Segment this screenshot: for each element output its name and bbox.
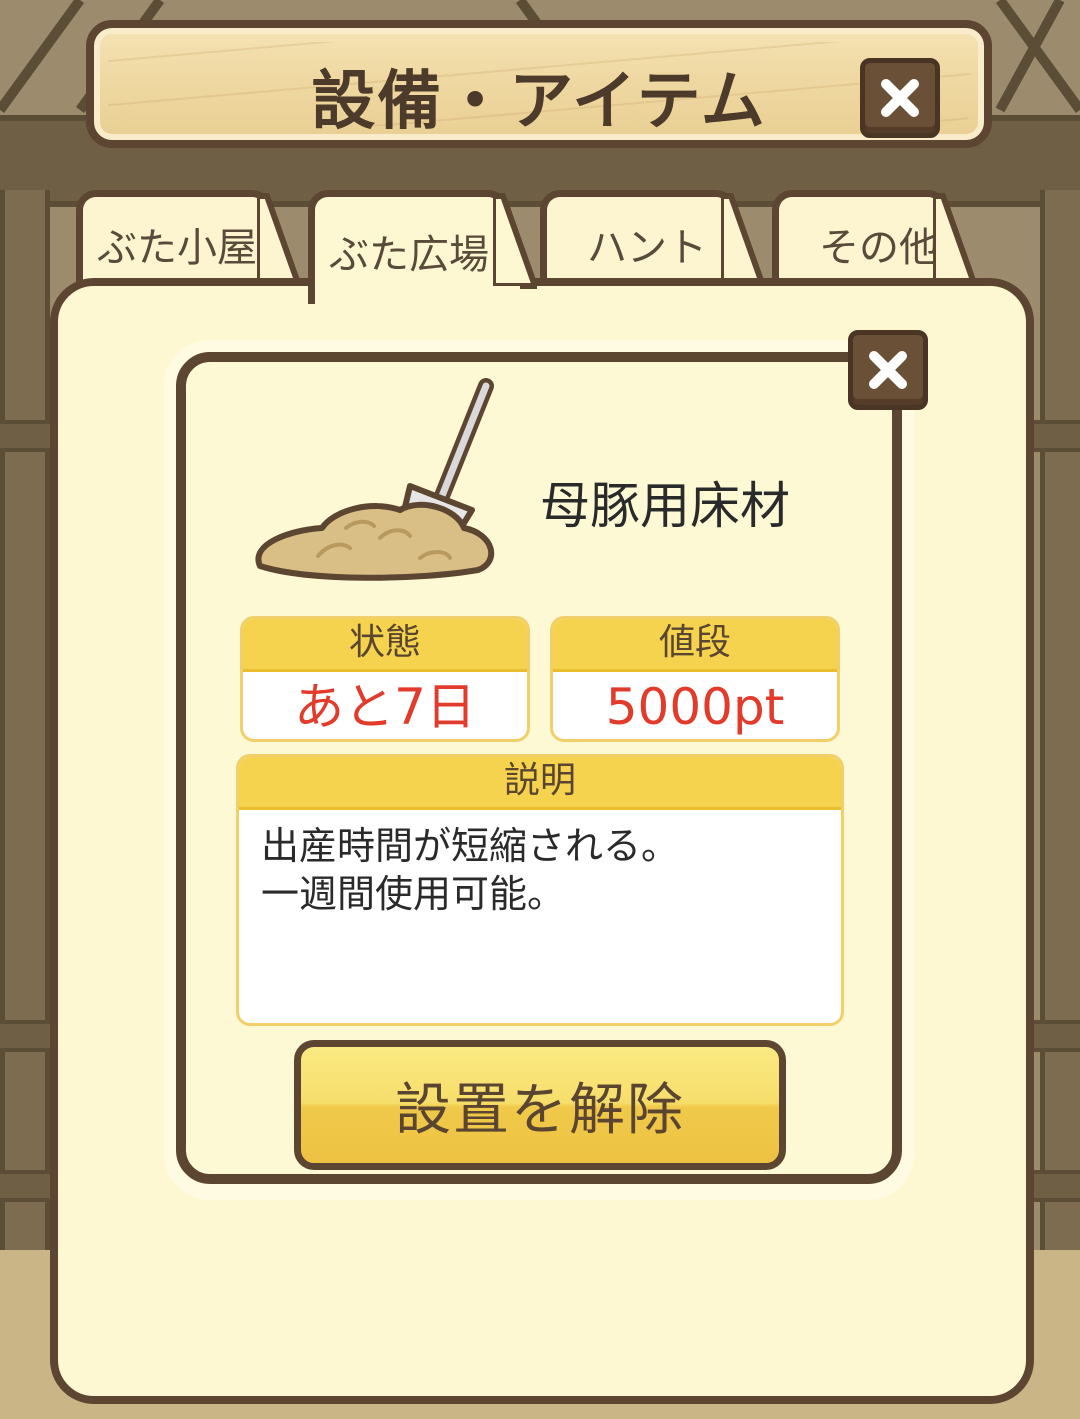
status-value: あと7日 <box>294 678 476 736</box>
close-icon <box>869 351 907 389</box>
description-text: 出産時間が短縮される。 一週間使用可能。 <box>261 824 680 916</box>
tab-pig-barn[interactable]: ぶた小屋 <box>76 190 301 290</box>
price-value: 5000pt <box>605 678 785 736</box>
tab-other[interactable]: その他 <box>772 190 977 290</box>
price-box: 値段 5000pt <box>550 616 840 742</box>
status-box: 状態 あと7日 <box>240 616 530 742</box>
item-name: 母豚用床材 <box>540 477 790 535</box>
remove-installation-label: 設置を解除 <box>395 1077 685 1143</box>
close-icon <box>881 79 919 117</box>
tab-label: その他 <box>819 224 939 271</box>
description-label: 説明 <box>239 757 841 810</box>
status-label: 状態 <box>243 619 527 672</box>
bedding-shovel-icon <box>255 378 495 581</box>
remove-installation-button[interactable]: 設置を解除 <box>294 1040 786 1170</box>
tab-hunt[interactable]: ハント <box>540 190 765 290</box>
description-box: 説明 出産時間が短縮される。 一週間使用可能。 <box>236 754 844 1026</box>
tab-label: ぶた広場 <box>329 231 489 278</box>
header-close-button[interactable] <box>860 58 940 138</box>
dialog-close-button[interactable] <box>848 330 928 410</box>
page-title: 設備・アイテム <box>311 65 767 139</box>
active-tab-joint <box>322 286 520 304</box>
tab-label: ぶた小屋 <box>97 224 257 271</box>
price-label: 値段 <box>553 619 837 672</box>
tab-label: ハント <box>587 224 707 271</box>
header-board: 設備・アイテム <box>86 20 992 148</box>
